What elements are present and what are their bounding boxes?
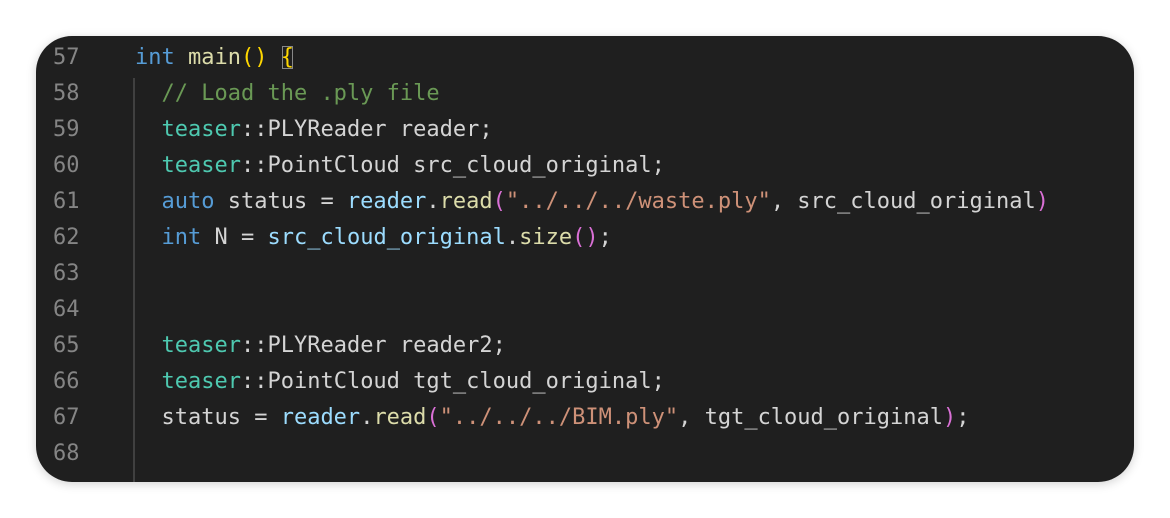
line-number: 64	[53, 297, 80, 322]
code-token: )	[943, 405, 957, 430]
line-number: 58	[53, 81, 80, 106]
line-number: 57	[53, 45, 80, 70]
line-number: 63	[53, 261, 80, 286]
code-token: .	[360, 405, 374, 430]
line-content: int N = src_cloud_original.size();	[135, 220, 612, 256]
line-number: 62	[53, 225, 80, 250]
code-editor-window: 57 int main() {58 // Load the .ply file 59…	[36, 36, 1134, 482]
code-token: src_cloud_original	[267, 225, 506, 250]
code-token: size	[519, 225, 573, 250]
code-token: N =	[201, 225, 268, 250]
line-content: // Load the .ply file	[135, 76, 440, 112]
line-content: int main() {	[135, 40, 294, 76]
code-token: main	[188, 45, 241, 70]
line-content: teaser::PointCloud tgt_cloud_original;	[135, 364, 665, 400]
code-token: .	[426, 189, 440, 214]
code-token: (	[492, 189, 506, 214]
code-token: "../../../BIM.ply"	[439, 405, 679, 430]
matched-brace: {	[280, 45, 294, 70]
code-token: teaser	[161, 153, 241, 178]
code-line[interactable]: 62 int N = src_cloud_original.size();	[36, 220, 1134, 256]
code-token: status =	[135, 405, 281, 430]
line-number: 59	[53, 117, 80, 142]
code-token: int	[161, 225, 202, 250]
code-token: ::PointCloud tgt_cloud_original;	[240, 369, 665, 394]
code-line[interactable]: 58 // Load the .ply file	[36, 76, 1134, 112]
code-token: read	[439, 189, 493, 214]
code-token: ::PLYReader reader;	[240, 117, 493, 142]
code-token: , tgt_cloud_original	[678, 405, 943, 430]
code-line[interactable]: 67 status = reader.read("../../../BIM.pl…	[36, 400, 1134, 436]
code-token: reader	[280, 405, 361, 430]
code-token: (	[426, 405, 440, 430]
code-token: int	[135, 45, 175, 70]
code-token: reader	[346, 189, 427, 214]
code-token: "../../../waste.ply"	[505, 189, 771, 214]
code-token: ::PointCloud src_cloud_original;	[240, 153, 665, 178]
line-number: 60	[53, 153, 80, 178]
code-line[interactable]: 63	[36, 256, 1134, 292]
line-number: 65	[53, 333, 80, 358]
code-token: .	[505, 225, 520, 250]
code-token: auto	[161, 189, 215, 214]
line-number: 68	[53, 441, 80, 466]
code-line[interactable]: 65 teaser::PLYReader reader2;	[36, 328, 1134, 364]
code-token: // Load the .ply file	[161, 81, 440, 106]
code-token: ::PLYReader reader2;	[240, 333, 506, 358]
code-token: ()	[240, 45, 268, 70]
code-line[interactable]: 68	[36, 436, 1134, 472]
code-token: teaser	[161, 333, 241, 358]
line-number: 67	[53, 405, 80, 430]
code-token: ;	[956, 405, 970, 430]
code-area[interactable]: 57 int main() {58 // Load the .ply file 59…	[36, 40, 1134, 472]
line-number: 61	[53, 189, 80, 214]
line-content: auto status = reader.read("../../../wast…	[135, 184, 1049, 220]
code-token: teaser	[161, 369, 241, 394]
line-content: status = reader.read("../../../BIM.ply",…	[135, 400, 970, 436]
code-token: teaser	[161, 117, 241, 142]
code-line[interactable]: 60 teaser::PointCloud src_cloud_original…	[36, 148, 1134, 184]
code-line[interactable]: 57 int main() {	[36, 40, 1134, 76]
code-token: )	[1035, 189, 1049, 214]
code-token: read	[373, 405, 427, 430]
code-line[interactable]: 59 teaser::PLYReader reader;	[36, 112, 1134, 148]
line-content: teaser::PointCloud src_cloud_original;	[135, 148, 665, 184]
code-token: , src_cloud_original	[770, 189, 1036, 214]
line-content: teaser::PLYReader reader;	[135, 112, 493, 148]
line-number: 66	[53, 369, 80, 394]
line-content: teaser::PLYReader reader2;	[135, 328, 506, 364]
code-token: ()	[572, 225, 599, 250]
code-line[interactable]: 64	[36, 292, 1134, 328]
code-line[interactable]: 66 teaser::PointCloud tgt_cloud_original…	[36, 364, 1134, 400]
code-line[interactable]: 61 auto status = reader.read("../../../w…	[36, 184, 1134, 220]
code-token: ;	[598, 225, 612, 250]
code-token: status =	[214, 189, 347, 214]
